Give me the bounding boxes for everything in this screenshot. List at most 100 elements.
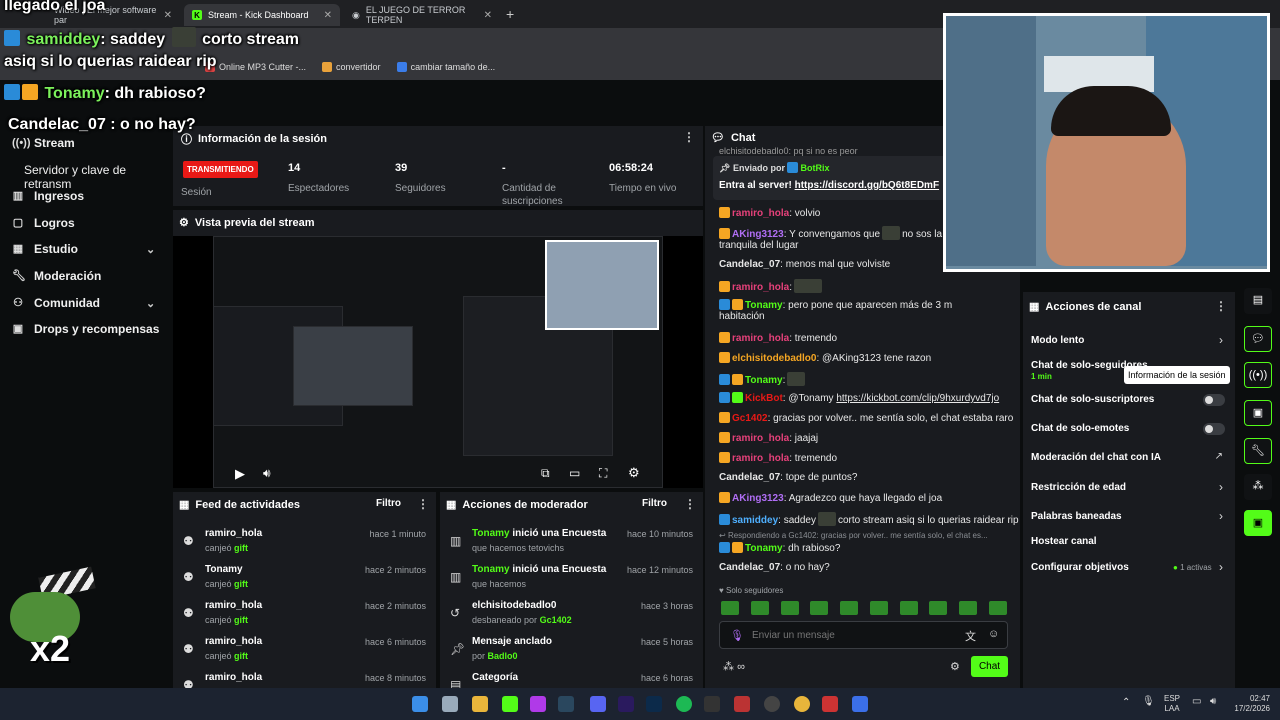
chat-icon[interactable]: 💬︎: [1244, 326, 1272, 352]
chat-username[interactable]: Tonamy: [745, 375, 783, 386]
chat-username[interactable]: ramiro_hola: [732, 333, 789, 344]
bookmark-item[interactable]: Online MP3 Cutter -...: [205, 62, 306, 72]
layout-icon[interactable]: ▣: [1244, 400, 1272, 426]
subs-only-toggle[interactable]: [1203, 394, 1225, 406]
network-icon[interactable]: ▭: [1192, 696, 1201, 707]
chat-settings-icon[interactable]: ⚙: [950, 660, 960, 673]
mod-subuser[interactable]: Gc1402: [540, 615, 572, 625]
browser-tab[interactable]: ◉ EL JUEGO DE TERROR TERPEN ✕: [344, 4, 500, 26]
feed-user[interactable]: ramiro_hola: [205, 636, 262, 647]
emote-icon[interactable]: [780, 601, 799, 615]
settings-gear-icon[interactable]: ⚙: [628, 465, 640, 481]
app-icon[interactable]: [530, 696, 546, 712]
action-emotes-only[interactable]: Chat de solo-emotes: [1031, 423, 1201, 434]
close-icon[interactable]: ✕: [484, 10, 492, 21]
filter-button[interactable]: Filtro: [642, 498, 667, 509]
bookmark-item[interactable]: cambiar tamaño de...: [396, 62, 495, 72]
action-host-channel[interactable]: Hostear canal: [1031, 536, 1231, 547]
pinned-user[interactable]: BotRix: [800, 163, 829, 173]
chat-username[interactable]: Tonamy: [745, 300, 783, 311]
more-options-icon[interactable]: ⋮: [683, 130, 695, 144]
chat-username[interactable]: Candelac_07: [719, 259, 780, 270]
notes-icon[interactable]: [442, 696, 458, 712]
chat-username[interactable]: AKing3123: [732, 493, 784, 504]
filter-button[interactable]: Filtro: [376, 498, 401, 509]
stream-preview[interactable]: ▶ 🔊︎ ⧉ ▭ ⛶ ⚙: [173, 236, 703, 488]
action-banned-words[interactable]: Palabras baneadas: [1031, 511, 1231, 522]
emote-icon[interactable]: [988, 601, 1007, 615]
chat-username[interactable]: elchisitodebadlo0: [732, 353, 816, 364]
clock[interactable]: 02:47 17/2/2026: [1226, 694, 1270, 714]
emoji-icon[interactable]: ☺: [988, 628, 999, 640]
broadcast-info-icon[interactable]: ((•)): [1244, 362, 1272, 388]
kick-app-icon[interactable]: [502, 696, 518, 712]
chat-username[interactable]: AKing3123: [732, 229, 784, 240]
emote-icon[interactable]: [810, 601, 829, 615]
action-slow-mode[interactable]: Modo lento: [1031, 335, 1231, 346]
chat-link[interactable]: https://kickbot.com/clip/9hxurdyvd7jo: [836, 393, 999, 404]
feed-user[interactable]: ramiro_hola: [205, 600, 262, 611]
sidebar-item-studio[interactable]: ▦ Estudio ⌄: [12, 242, 172, 256]
sidebar-item-moderation[interactable]: 🔧︎ Moderación: [12, 269, 101, 283]
chat-send-button[interactable]: Chat: [971, 656, 1008, 677]
pinned-link[interactable]: https://discord.gg/bQ6t8EDmF: [795, 180, 939, 191]
sidebar-item-community[interactable]: ⚇ Comunidad ⌄: [12, 296, 172, 310]
close-icon[interactable]: ✕: [324, 10, 332, 21]
mod-user[interactable]: elchisitodebadlo0: [472, 600, 556, 611]
microphone-icon[interactable]: 🎙︎: [730, 629, 744, 642]
volume-icon[interactable]: 🔊︎: [1210, 696, 1216, 707]
emotes-only-toggle[interactable]: [1203, 423, 1225, 435]
browser-tab-active[interactable]: K Stream - Kick Dashboard ✕: [184, 4, 340, 26]
feed-user[interactable]: ramiro_hola: [205, 672, 262, 683]
emote-icon[interactable]: [721, 601, 739, 615]
kick-green-icon[interactable]: ▣: [1244, 510, 1272, 536]
emote-icon[interactable]: [899, 601, 918, 615]
sidebar-item-drops[interactable]: ▣ Drops y recompensas: [12, 322, 160, 336]
translate-icon[interactable]: 文: [965, 628, 976, 644]
more-options-icon[interactable]: ⋮: [1215, 299, 1227, 313]
emote-icon[interactable]: [929, 601, 948, 615]
wrench-icon[interactable]: 🔧︎: [1244, 438, 1272, 464]
sidebar-item-revenue[interactable]: ▥ Ingresos: [12, 189, 84, 203]
chat-username[interactable]: ramiro_hola: [732, 433, 789, 444]
more-options-icon[interactable]: ⋮: [417, 497, 429, 511]
photoshop-icon[interactable]: [646, 696, 662, 712]
action-age-restriction[interactable]: Restricción de edad: [1031, 482, 1231, 493]
chat-username[interactable]: Tonamy: [745, 543, 783, 554]
steam-icon[interactable]: [558, 696, 574, 712]
app-icon[interactable]: [852, 696, 868, 712]
chat-input[interactable]: [752, 627, 942, 643]
emote-icon[interactable]: [840, 601, 859, 615]
app-icon[interactable]: [704, 696, 720, 712]
play-icon[interactable]: ▶: [235, 466, 245, 482]
action-ai-moderation[interactable]: Moderación del chat con IA: [1031, 452, 1231, 463]
folder-icon[interactable]: [472, 696, 488, 712]
volume-icon[interactable]: 🔊︎: [263, 466, 271, 481]
miniplayer-icon[interactable]: ⧉: [541, 466, 550, 481]
mod-subuser[interactable]: Badlo0: [488, 651, 518, 661]
chat-username[interactable]: ramiro_hola: [732, 282, 789, 293]
app-icon[interactable]: [822, 696, 838, 712]
mod-user[interactable]: Tonamy: [472, 564, 510, 575]
more-options-icon[interactable]: ⋮: [684, 497, 696, 511]
chat-username[interactable]: Candelac_07: [719, 562, 780, 573]
emote-icon[interactable]: [750, 601, 769, 615]
obs-icon[interactable]: [764, 696, 780, 712]
sidebar-item-achievements[interactable]: ▢ Logros: [12, 216, 75, 230]
sidebar-item-server-key[interactable]: Servidor y clave de retransm: [24, 163, 172, 191]
close-icon[interactable]: ✕: [164, 10, 172, 21]
chrome-icon[interactable]: [794, 696, 810, 712]
premiere-icon[interactable]: [618, 696, 634, 712]
clip-icon[interactable]: ▭: [569, 466, 580, 480]
valorant-icon[interactable]: [734, 696, 750, 712]
chevron-up-icon[interactable]: ⌃: [1122, 697, 1130, 708]
emote-icon[interactable]: [869, 601, 888, 615]
spotify-icon[interactable]: [676, 696, 692, 712]
document-icon[interactable]: ▤: [1244, 288, 1272, 314]
action-subs-only[interactable]: Chat de solo-suscriptores: [1031, 394, 1201, 405]
chat-username[interactable]: Gc1402: [732, 413, 768, 424]
users-icon[interactable]: ⁂: [1244, 474, 1272, 500]
feed-user[interactable]: ramiro_hola: [205, 528, 262, 539]
discord-icon[interactable]: [590, 696, 606, 712]
chat-username[interactable]: Candelac_07: [719, 472, 780, 483]
